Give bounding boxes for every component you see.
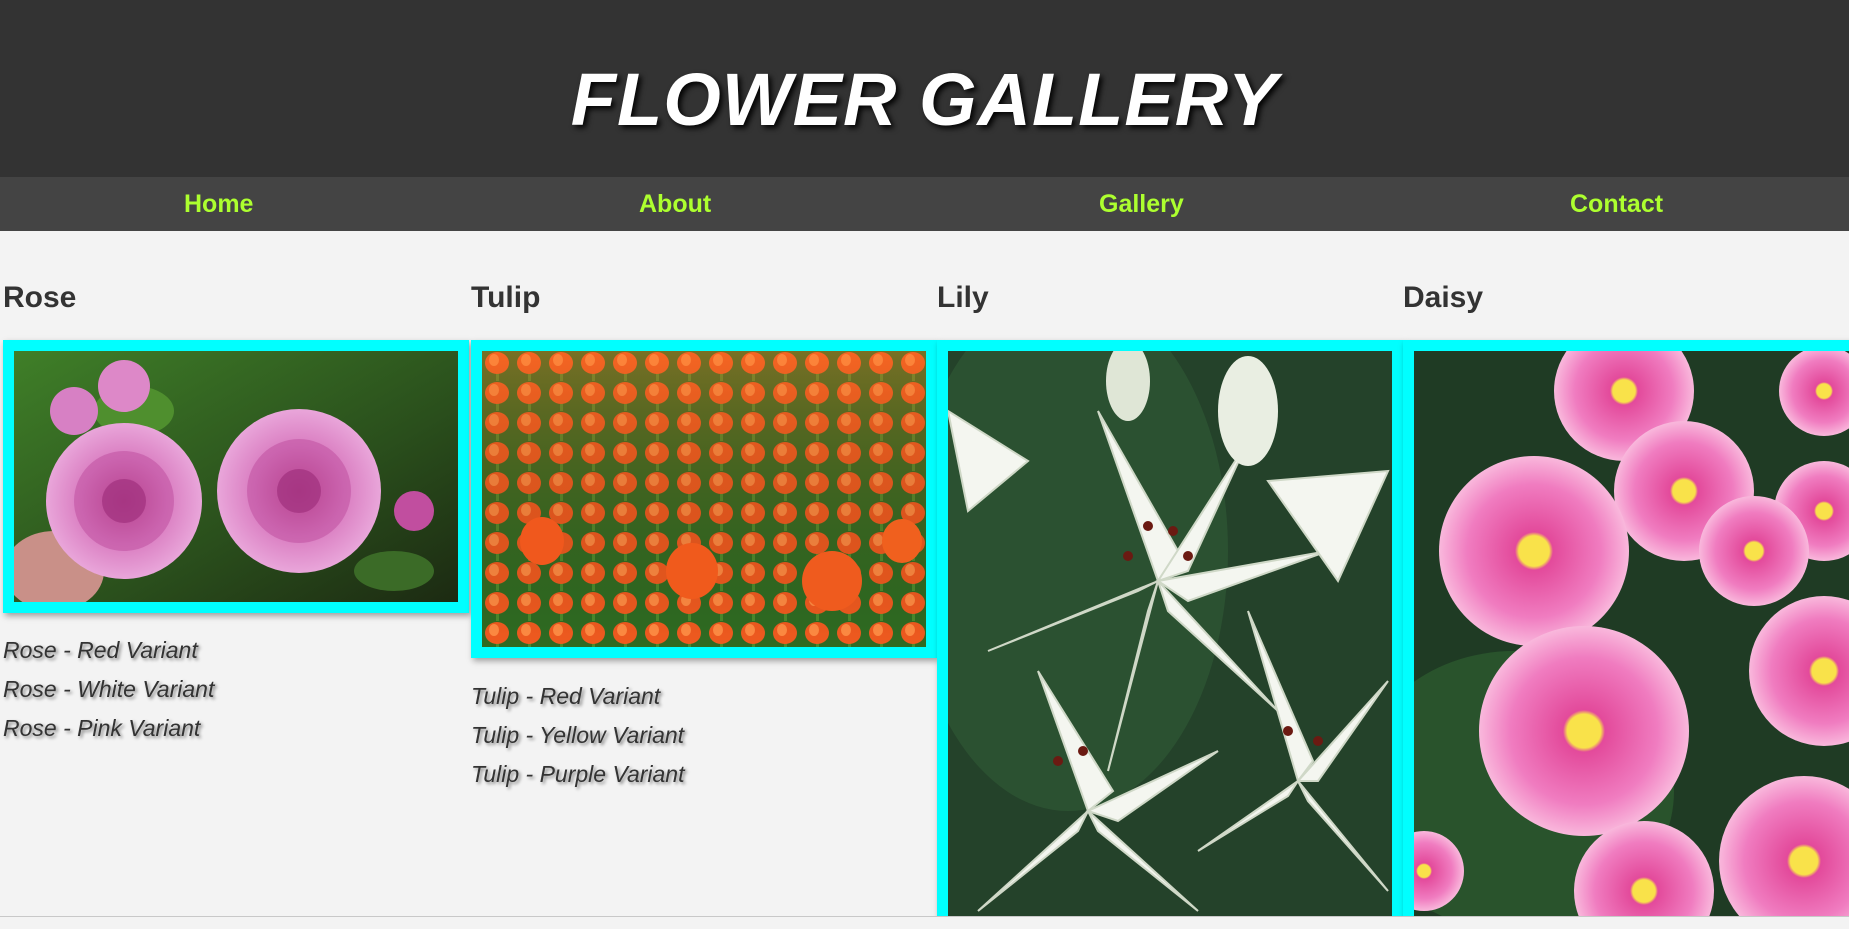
page-title: FLOWER GALLERY bbox=[570, 58, 1279, 141]
nav-contact-link[interactable]: Contact bbox=[1570, 177, 1663, 231]
status-bar bbox=[0, 916, 1849, 929]
flower-heading: Daisy bbox=[1403, 281, 1484, 314]
nav-home-link[interactable]: Home bbox=[184, 177, 253, 231]
daisy-photo-icon bbox=[1414, 351, 1849, 916]
list-item: Rose - Red Variant bbox=[3, 637, 198, 663]
rose-photo-icon bbox=[14, 351, 458, 602]
gallery-item-tulip: Tulip Tulip - Red Variant Tulip - Yellow… bbox=[468, 231, 937, 916]
list-item: Rose - Pink Variant bbox=[3, 715, 201, 741]
lily-photo-icon bbox=[948, 351, 1392, 916]
variant-list: Rose - Red Variant Rose - White Variant … bbox=[3, 631, 214, 748]
tulip-photo-icon bbox=[482, 351, 926, 647]
flower-heading: Tulip bbox=[471, 281, 541, 314]
nav-gallery-link[interactable]: Gallery bbox=[1099, 177, 1184, 231]
daisy-image[interactable] bbox=[1403, 340, 1849, 916]
rose-image[interactable] bbox=[3, 340, 469, 613]
site-header: FLOWER GALLERY bbox=[0, 0, 1849, 177]
gallery-item-daisy: Daisy bbox=[1400, 231, 1849, 916]
variant-list: Tulip - Red Variant Tulip - Yellow Varia… bbox=[471, 677, 684, 794]
list-item: Rose - White Variant bbox=[3, 676, 215, 702]
nav-about-link[interactable]: About bbox=[639, 177, 711, 231]
gallery-item-lily: Lily bbox=[934, 231, 1403, 916]
gallery-grid: Rose Rose - Red Variant Rose - White Var… bbox=[0, 231, 1849, 916]
flower-heading: Rose bbox=[3, 281, 77, 314]
flower-heading: Lily bbox=[937, 281, 989, 314]
lily-image[interactable] bbox=[937, 340, 1403, 916]
list-item: Tulip - Purple Variant bbox=[471, 761, 685, 787]
list-item: Tulip - Yellow Variant bbox=[471, 722, 685, 748]
tulip-image[interactable] bbox=[471, 340, 937, 658]
gallery-item-rose: Rose Rose - Red Variant Rose - White Var… bbox=[0, 231, 469, 916]
list-item: Tulip - Red Variant bbox=[471, 683, 661, 709]
main-nav: Home About Gallery Contact bbox=[0, 177, 1849, 231]
